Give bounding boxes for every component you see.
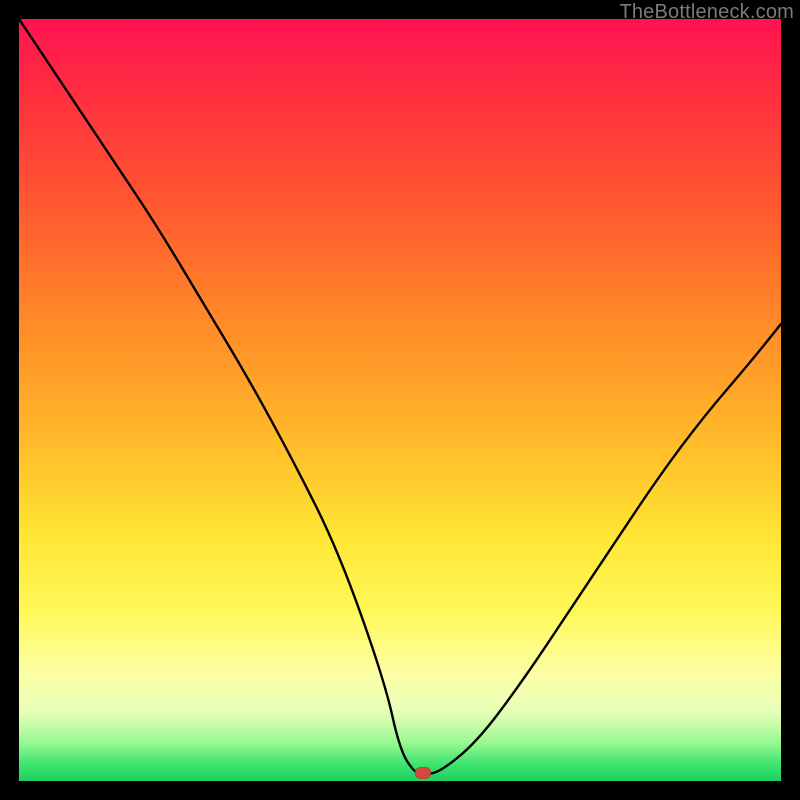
bottleneck-curve xyxy=(19,19,781,781)
watermark-text: TheBottleneck.com xyxy=(619,1,794,24)
curve-path xyxy=(19,19,781,773)
chart-frame: TheBottleneck.com xyxy=(0,0,800,800)
minimum-marker xyxy=(415,767,431,779)
plot-area xyxy=(19,19,781,781)
